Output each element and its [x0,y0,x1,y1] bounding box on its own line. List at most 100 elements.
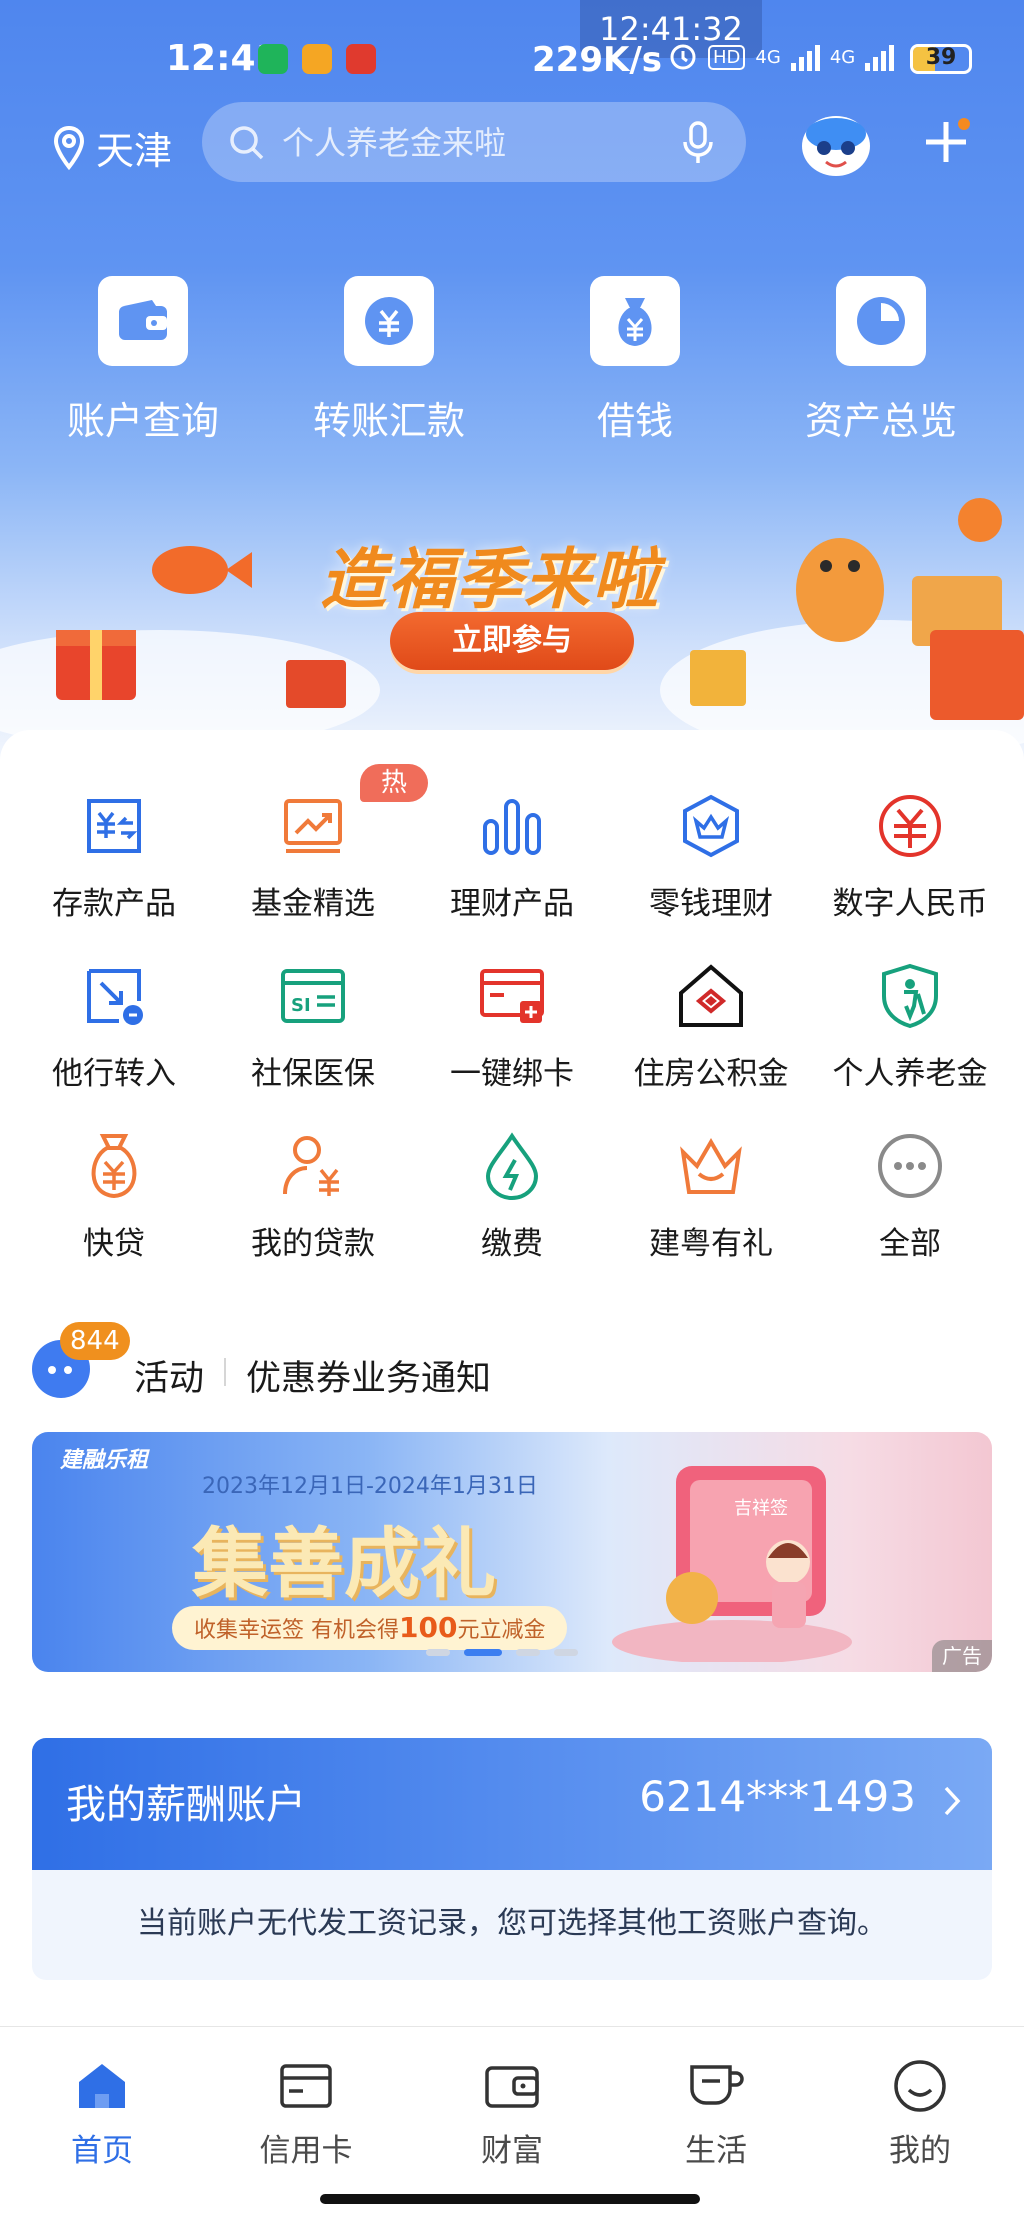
quick-borrow[interactable]: 借钱 [512,276,758,445]
quick-transfer[interactable]: 转账汇款 [266,276,512,445]
service-label: 全部 [879,1226,941,1262]
service-label: 社保医保 [251,1056,375,1092]
carousel-dot[interactable] [426,1649,450,1656]
bar-chart-icon [474,788,550,864]
network-type-2: 4G [829,46,856,68]
status-icons: HD 4G 4G [668,42,895,72]
promo-brand: 建融乐租 [60,1448,149,1473]
deposit-icon [76,788,152,864]
service-bind-card[interactable]: 一键绑卡 [412,958,612,1093]
chevron-right-icon [944,1786,961,1816]
activity-notice-row[interactable]: 844 活动 优惠券业务通知 [32,1322,992,1410]
service-deposit-products[interactable]: 存款产品 [14,788,214,923]
service-label: 零钱理财 [649,886,773,922]
signal-icon-1 [790,43,820,71]
location-selector[interactable]: 天津 [52,120,172,175]
hd-icon: HD [708,44,746,70]
tab-mine[interactable]: 我的 [840,2057,1000,2170]
smile-face-icon [891,2057,949,2115]
more-dots-icon [872,1128,948,1204]
ad-label: 广告 [932,1640,992,1672]
tab-home[interactable]: 首页 [22,2057,182,2170]
wallet-icon [98,276,188,366]
activity-tag: 活动 [134,1359,205,1399]
tab-label: 生活 [685,2133,747,2169]
gift-crown-icon [673,1128,749,1204]
service-gift[interactable]: 建粤有礼 [611,1128,811,1263]
microphone-icon[interactable] [680,120,716,166]
service-all[interactable]: 全部 [810,1128,1010,1263]
city-label: 天津 [96,129,173,173]
quick-asset-overview[interactable]: 资产总览 [758,276,1004,445]
tab-credit-card[interactable]: 信用卡 [226,2057,386,2170]
service-change-finance[interactable]: 零钱理财 [611,788,811,923]
network-speed: 229K/s [532,40,662,80]
transfer-yuan-icon [344,276,434,366]
banner-title: 造福季来啦 [320,541,660,618]
join-now-button[interactable]: 立即参与 [390,612,634,670]
quick-label: 转账汇款 [312,399,465,443]
tab-life[interactable]: 生活 [636,2057,796,2170]
service-label: 建粤有礼 [649,1226,773,1262]
notes-app-icon [302,44,332,74]
service-housing-fund[interactable]: 住房公积金 [611,958,811,1093]
divider [224,1358,226,1386]
carousel-dot[interactable] [554,1649,578,1656]
hero-header: 12:41 12:41:32 229K/s HD 4G 4G 39 天津 个人养… [0,0,1024,760]
search-bar[interactable] [202,102,746,182]
service-personal-pension[interactable]: 个人养老金 [810,958,1010,1093]
carousel-indicator [426,1649,578,1656]
tab-label: 首页 [71,2133,133,2169]
service-transfer-in[interactable]: 他行转入 [14,958,214,1093]
service-wealth-products[interactable]: 理财产品 [412,788,612,923]
service-payment[interactable]: 缴费 [412,1128,612,1263]
mascot-avatar-icon[interactable] [798,108,874,180]
service-label: 缴费 [481,1226,543,1262]
service-fund-selection[interactable]: 基金精选 [213,788,413,923]
service-label: 基金精选 [251,886,375,922]
home-indicator [320,2194,700,2204]
transfer-in-icon [76,958,152,1034]
service-digital-rmb[interactable]: 数字人民币 [810,788,1010,923]
service-my-loan[interactable]: 我的贷款 [213,1128,413,1263]
signal-icon-2 [865,43,895,71]
alarm-icon [670,44,696,70]
service-label: 一键绑卡 [450,1056,574,1092]
carousel-dot[interactable] [516,1649,540,1656]
promo-banner[interactable]: 建融乐租 2023年12月1日-2024年1月31日 集善成礼 收集幸运签 有机… [32,1432,992,1672]
battery-level: 39 [925,45,957,70]
search-input[interactable] [282,122,642,164]
service-label: 快贷 [83,1226,145,1262]
pension-shield-icon [872,958,948,1034]
add-plus-icon[interactable] [920,116,972,168]
tab-label: 我的 [889,2133,951,2169]
fund-chart-icon [275,788,351,864]
promo-illustration [612,1466,852,1662]
quick-account-query[interactable]: 账户查询 [20,276,266,445]
salary-card-header: 我的薪酬账户 6214***1493 [32,1738,992,1870]
network-type-1: 4G [755,46,781,68]
service-label: 存款产品 [52,886,176,922]
salary-note: 当前账户无代发工资记录，您可选择其他工资账户查询。 [137,1906,887,1941]
home-icon [73,2057,131,2115]
social-security-card-icon: SI [275,958,351,1034]
salary-account-number: 6214***1493 [639,1772,916,1821]
service-label: 我的贷款 [251,1226,375,1262]
bind-card-icon [474,958,550,1034]
battery-icon: 39 [910,44,972,74]
bottom-tab-bar: 首页 信用卡 财富 生活 我的 [0,2026,1024,2219]
quick-loan-bag-icon [76,1128,152,1204]
quick-label: 借钱 [596,399,673,443]
my-loan-person-icon [275,1128,351,1204]
carousel-dot-active[interactable] [464,1649,502,1656]
salary-account-card[interactable]: 我的薪酬账户 6214***1493 当前账户无代发工资记录，您可选择其他工资账… [32,1738,992,1980]
service-label: 理财产品 [450,886,574,922]
service-quick-loan[interactable]: 快贷 [14,1128,214,1263]
tab-label: 财富 [481,2133,543,2169]
service-social-security[interactable]: SI 社保医保 [213,958,413,1093]
wealth-wallet-icon [483,2057,541,2115]
tab-label: 信用卡 [259,2133,353,2169]
tab-wealth[interactable]: 财富 [432,2057,592,2170]
promo-subtitle: 收集幸运签 有机会得100元立减金 [172,1606,568,1650]
quick-label: 账户查询 [66,399,219,443]
